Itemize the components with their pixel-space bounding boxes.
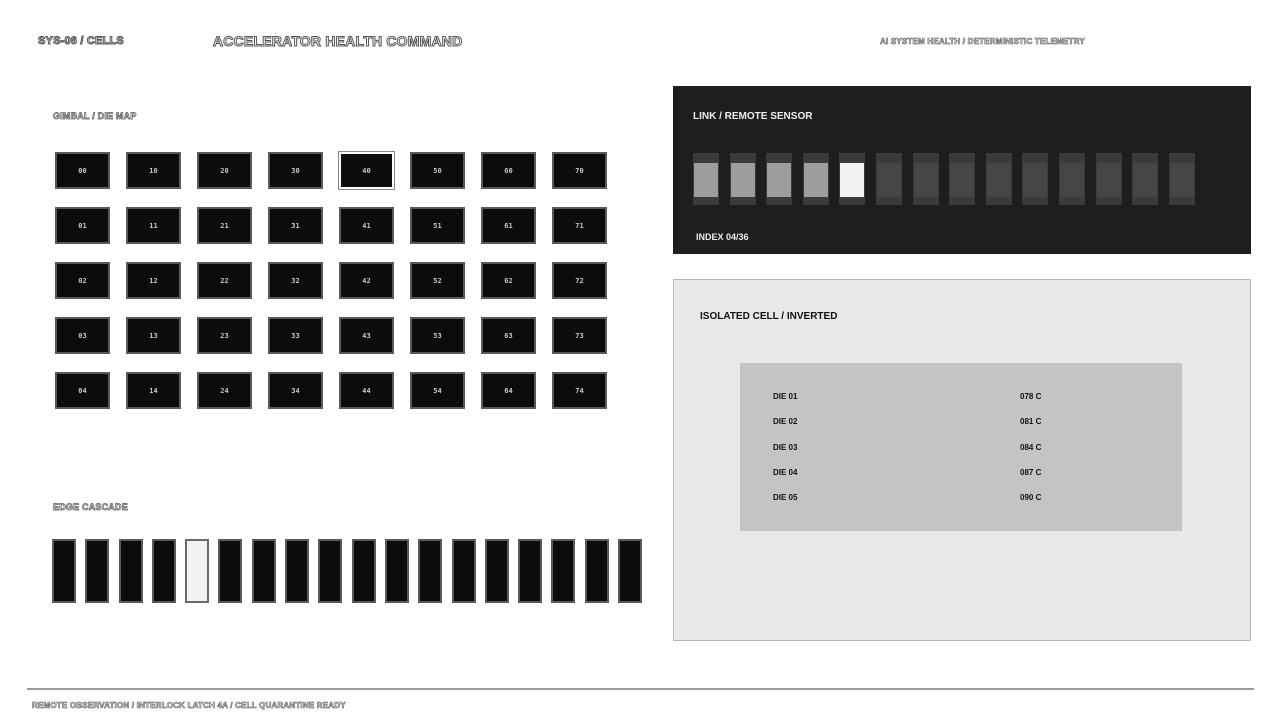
die-cell-64[interactable]: 64 [481,372,536,409]
sensor-bar[interactable] [767,163,791,197]
die-cell-34[interactable]: 34 [268,372,323,409]
die-cell-04[interactable]: 04 [55,372,110,409]
isolated-cell-panel: ISOLATED CELL / INVERTED DIE 01 078 C DIE … [673,279,1251,641]
cascade-bar[interactable] [418,539,443,603]
reading-die-label: DIE 04 [773,467,798,477]
cascade-bar[interactable] [285,539,310,603]
die-cell-44[interactable]: 44 [339,372,394,409]
cascade-bar[interactable] [251,539,276,603]
page-title: ACCELERATOR HEALTH COMMAND [212,33,463,50]
sensor-bar[interactable] [1133,163,1157,197]
die-cell-32[interactable]: 32 [268,262,323,299]
reading-temperature: 078 C [1020,392,1042,401]
cascade-bar[interactable] [484,539,509,603]
die-cell-21[interactable]: 21 [197,207,252,244]
die-cell-02[interactable]: 02 [55,262,110,299]
die-cell-63[interactable]: 63 [481,317,536,354]
die-cell-13[interactable]: 13 [126,317,181,354]
die-map-grid: 00 10 20 30 40 50 60 70 01 11 21 31 41 51 61 71 02 12 22 32… [55,151,607,409]
die-cell-42[interactable]: 42 [339,262,394,299]
die-cell-73[interactable]: 73 [552,317,607,354]
die-cell-50[interactable]: 50 [410,152,465,189]
die-cell-62[interactable]: 62 [481,262,536,299]
sensor-bar[interactable] [987,163,1011,197]
die-cell-12[interactable]: 12 [126,262,181,299]
sensor-track [693,153,1203,205]
page-subtitle: AI SYSTEM HEALTH / DETERMINISTIC TELEMET… [880,37,1085,47]
sensor-bar[interactable] [950,163,974,197]
die-cell-11[interactable]: 11 [126,207,181,244]
die-cell-72[interactable]: 72 [552,262,607,299]
sensor-bar[interactable] [804,163,828,197]
cascade-bar[interactable] [618,539,643,603]
sensor-bar[interactable] [694,163,718,197]
die-cell-74[interactable]: 74 [552,372,607,409]
remote-sensor-title: LINK / REMOTE SENSOR [693,111,813,122]
die-cell-70[interactable]: 70 [552,152,607,189]
die-cell-31[interactable]: 31 [268,207,323,244]
reading-die-label: DIE 03 [773,442,798,452]
sensor-bar[interactable] [1097,163,1121,197]
die-cell-00[interactable]: 00 [55,152,110,189]
reading-die-label: DIE 01 [773,392,798,401]
die-cell-30[interactable]: 30 [268,152,323,189]
reading-temperature: 084 C [1020,442,1042,452]
die-cell-43[interactable]: 43 [339,317,394,354]
isolated-cell-readings: DIE 01 078 C DIE 02 081 C DIE 03 084 C DIE 04 0… [740,363,1182,531]
die-cell-23[interactable]: 23 [197,317,252,354]
die-cell-41[interactable]: 41 [339,207,394,244]
sensor-bar[interactable] [1023,163,1047,197]
reading-temperature: 090 C [1020,493,1042,503]
footer-divider [27,688,1254,690]
die-cell-52[interactable]: 52 [410,262,465,299]
reading-die-label: DIE 05 [773,493,798,503]
reading-temperature: 081 C [1020,417,1042,427]
die-cell-61[interactable]: 61 [481,207,536,244]
sys-label: SYS-06 / CELLS [38,35,125,48]
edge-cascade-label: EDGE CASCADE [53,502,128,513]
sensor-bar[interactable] [877,163,901,197]
die-cell-40[interactable]: 40 [338,151,395,190]
sensor-bar[interactable] [840,163,864,197]
reading-die-label: DIE 02 [773,417,798,427]
cascade-bar[interactable] [52,539,76,603]
die-cell-10[interactable]: 10 [126,152,181,189]
cascade-bar[interactable] [351,539,376,603]
sensor-bar[interactable] [1060,163,1084,197]
footer-status: REMOTE OBSERVATION / INTERLOCK LATCH 4A … [32,701,346,711]
die-cell-14[interactable]: 14 [126,372,181,409]
reading-temperature: 087 C [1020,467,1042,477]
die-cell-51[interactable]: 51 [410,207,465,244]
sensor-bar[interactable] [1170,163,1194,197]
cascade-bar[interactable] [451,539,476,603]
cascade-bar[interactable] [218,539,243,603]
die-cell-01[interactable]: 01 [55,207,110,244]
isolated-cell-title: ISOLATED CELL / INVERTED [700,311,838,322]
edge-cascade [52,539,643,603]
cascade-bar[interactable] [551,539,576,603]
sensor-bar[interactable] [914,163,938,197]
die-cell-53[interactable]: 53 [410,317,465,354]
die-cell-60[interactable]: 60 [481,152,536,189]
cascade-bar[interactable] [185,539,210,603]
die-cell-20[interactable]: 20 [197,152,252,189]
cascade-bar[interactable] [518,539,543,603]
die-cell-54[interactable]: 54 [410,372,465,409]
sensor-bar[interactable] [731,163,755,197]
die-map-label: GIMBAL / DIE MAP [53,111,137,122]
die-cell-24[interactable]: 24 [197,372,252,409]
sensor-index-label: INDEX 04/36 [696,232,749,242]
cascade-bar[interactable] [85,539,110,603]
cascade-bar[interactable] [318,539,343,603]
cascade-bar[interactable] [384,539,409,603]
remote-sensor-panel: LINK / REMOTE SENSOR INDEX 04/36 [673,86,1251,254]
cascade-bar[interactable] [584,539,609,603]
cascade-bar[interactable] [151,539,176,603]
die-cell-33[interactable]: 33 [268,317,323,354]
die-cell-71[interactable]: 71 [552,207,607,244]
die-cell-22[interactable]: 22 [197,262,252,299]
cascade-bar[interactable] [118,539,143,603]
die-cell-03[interactable]: 03 [55,317,110,354]
